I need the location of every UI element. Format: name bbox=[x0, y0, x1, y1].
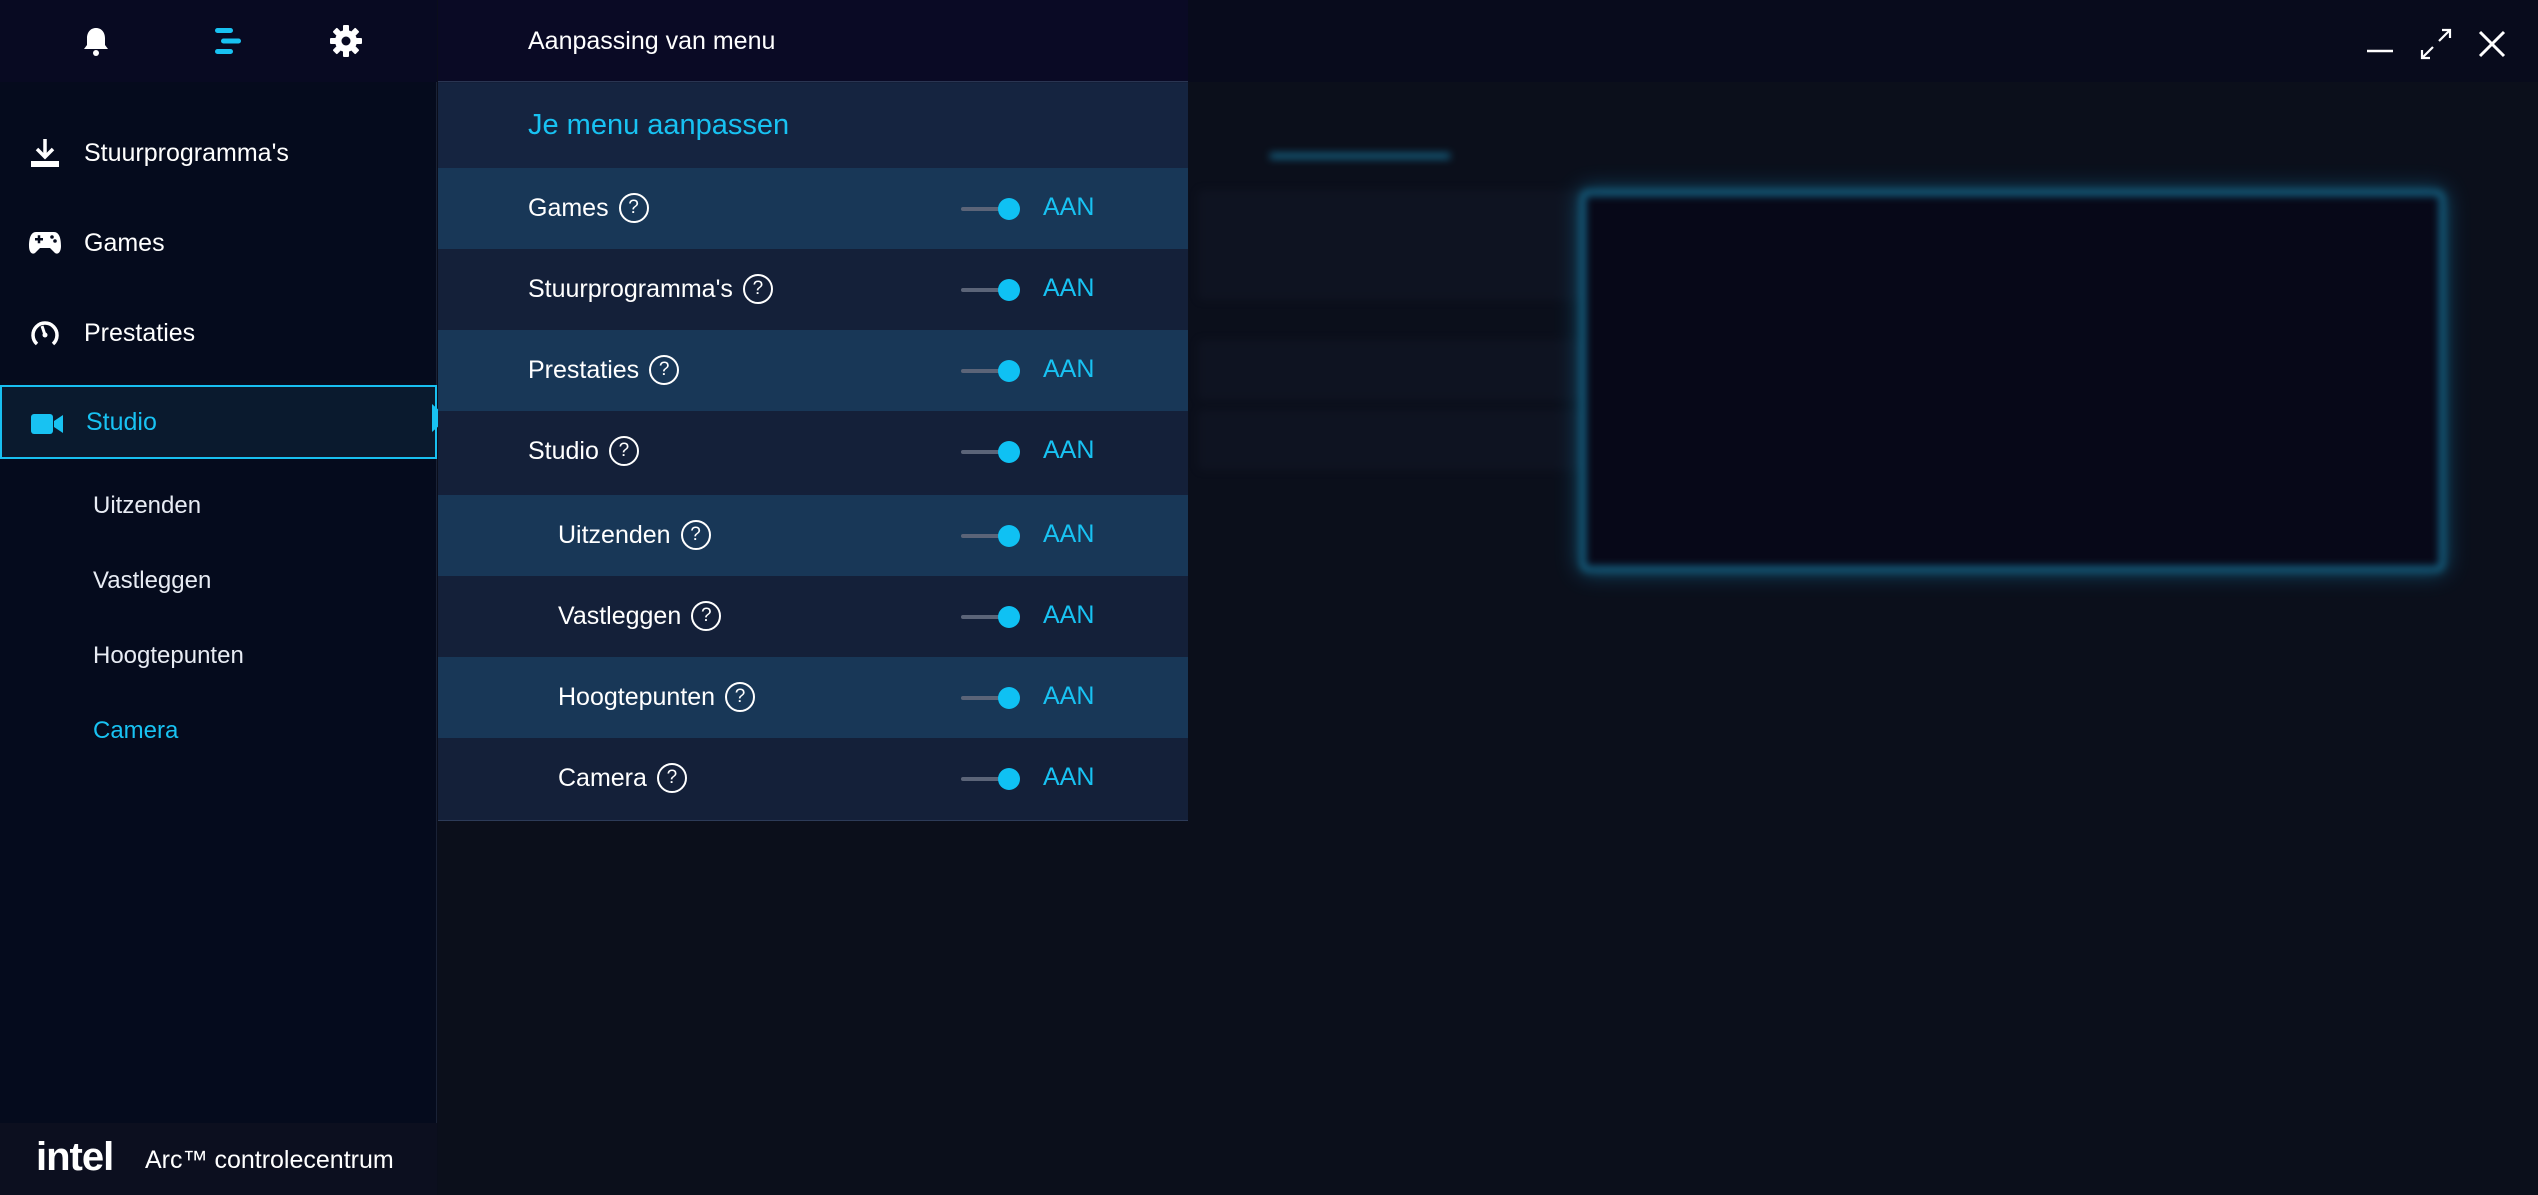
sidebar-item-games[interactable]: Games bbox=[0, 206, 437, 280]
menu-toggle-highlights[interactable] bbox=[961, 687, 1021, 709]
toggle-state-label: AAN bbox=[1043, 436, 1095, 464]
sidebar-item-label: Studio bbox=[86, 407, 157, 436]
menu-row-highlights: Hoogtepunten? AAN bbox=[438, 657, 1188, 738]
menu-row-label: Prestaties bbox=[528, 355, 640, 384]
sidebar-subitem-capture[interactable]: Vastleggen bbox=[93, 567, 211, 595]
toggle-state-label: AAN bbox=[1043, 355, 1095, 383]
menu-customization-panel: Aanpassing van menu Je menu aanpassen Ga… bbox=[438, 0, 1188, 821]
minimize-button[interactable] bbox=[2360, 24, 2400, 64]
menu-row-label: Games bbox=[528, 193, 609, 222]
menu-row-label: Hoogtepunten bbox=[558, 682, 716, 711]
maximize-button[interactable] bbox=[2416, 24, 2456, 64]
toggle-knob bbox=[998, 198, 1020, 220]
menu-toggle-broadcast[interactable] bbox=[961, 525, 1021, 547]
sidebar-item-drivers[interactable]: Stuurprogramma's bbox=[0, 116, 437, 190]
toggle-state-label: AAN bbox=[1043, 193, 1095, 221]
menu-panel-subtitle-row: Je menu aanpassen bbox=[438, 83, 1188, 168]
toggle-knob bbox=[998, 525, 1020, 547]
toggle-state-label: AAN bbox=[1043, 274, 1095, 302]
sidebar-item-label: Prestaties bbox=[84, 318, 196, 347]
download-icon bbox=[28, 137, 62, 169]
help-icon[interactable]: ? bbox=[725, 682, 756, 712]
toggle-knob bbox=[998, 360, 1020, 382]
menu-row-capture: Vastleggen? AAN bbox=[438, 576, 1188, 657]
menu-panel-header: Aanpassing van menu bbox=[438, 0, 1188, 82]
background-preview-frame bbox=[1580, 190, 2445, 572]
close-button[interactable] bbox=[2472, 24, 2512, 64]
notifications-button[interactable] bbox=[75, 20, 117, 62]
toggle-state-label: AAN bbox=[1043, 520, 1095, 548]
settings-button[interactable] bbox=[325, 20, 367, 62]
menu-row-games: Games? AAN bbox=[438, 168, 1188, 249]
help-icon[interactable]: ? bbox=[656, 763, 687, 793]
gauge-icon bbox=[28, 317, 62, 349]
menu-row-label: Vastleggen bbox=[558, 601, 682, 630]
menu-row-studio: Studio? AAN bbox=[438, 411, 1188, 492]
close-icon bbox=[2478, 30, 2506, 58]
sidebar-item-performance[interactable]: Prestaties bbox=[0, 296, 437, 370]
gamepad-icon bbox=[28, 227, 62, 259]
menu-row-performance: Prestaties? AAN bbox=[438, 330, 1188, 411]
sidebar-subitem-broadcast[interactable]: Uitzenden bbox=[93, 492, 201, 520]
toggle-knob bbox=[998, 768, 1020, 790]
video-camera-icon bbox=[30, 408, 64, 440]
menu-panel-divider bbox=[438, 820, 1188, 821]
menu-toggle-studio[interactable] bbox=[961, 441, 1021, 463]
toggle-knob bbox=[998, 687, 1020, 709]
help-icon[interactable]: ? bbox=[618, 193, 649, 223]
help-icon[interactable]: ? bbox=[608, 436, 639, 466]
menu-customize-button[interactable] bbox=[207, 20, 249, 62]
menu-toggle-performance[interactable] bbox=[961, 360, 1021, 382]
sidebar-subitem-highlights[interactable]: Hoogtepunten bbox=[93, 642, 244, 670]
sidebar-topbar bbox=[0, 0, 437, 82]
toggle-knob bbox=[998, 279, 1020, 301]
menu-toggle-drivers[interactable] bbox=[961, 279, 1021, 301]
toggle-knob bbox=[998, 606, 1020, 628]
help-icon[interactable]: ? bbox=[649, 355, 680, 385]
menu-row-camera: Camera? AAN bbox=[438, 738, 1188, 819]
help-icon[interactable]: ? bbox=[742, 274, 773, 304]
gear-icon bbox=[330, 25, 362, 57]
menu-toggle-capture[interactable] bbox=[961, 606, 1021, 628]
sidebar-item-label: Stuurprogramma's bbox=[84, 138, 289, 167]
intel-logo: intel bbox=[36, 1135, 114, 1179]
menu-row-broadcast: Uitzenden? AAN bbox=[438, 495, 1188, 576]
menu-panel-title: Aanpassing van menu bbox=[528, 27, 776, 55]
app-title: Arc™ controlecentrum bbox=[145, 1146, 394, 1174]
background-tab-indicator bbox=[1270, 153, 1450, 159]
sidebar-item-label: Games bbox=[84, 228, 165, 257]
maximize-icon bbox=[2420, 28, 2452, 60]
menu-panel-subtitle: Je menu aanpassen bbox=[528, 109, 790, 141]
sidebar-item-studio[interactable]: Studio bbox=[0, 385, 437, 459]
menu-row-label: Studio bbox=[528, 436, 599, 465]
menu-toggle-camera[interactable] bbox=[961, 768, 1021, 790]
toggle-state-label: AAN bbox=[1043, 601, 1095, 629]
app-window: Stuurprogramma's Games Prestaties Studio… bbox=[0, 0, 2538, 1195]
help-icon[interactable]: ? bbox=[680, 520, 711, 550]
toggle-state-label: AAN bbox=[1043, 682, 1095, 710]
menu-toggle-games[interactable] bbox=[961, 198, 1021, 220]
toggle-state-label: AAN bbox=[1043, 763, 1095, 791]
menu-row-label: Uitzenden bbox=[558, 520, 671, 549]
menu-row-label: Stuurprogramma's bbox=[528, 274, 733, 303]
minimize-icon bbox=[2367, 49, 2393, 53]
menu-icon bbox=[215, 28, 241, 54]
toggle-knob bbox=[998, 441, 1020, 463]
sidebar-subitem-camera[interactable]: Camera bbox=[93, 717, 178, 745]
help-icon[interactable]: ? bbox=[691, 601, 722, 631]
sidebar: Stuurprogramma's Games Prestaties Studio… bbox=[0, 0, 448, 1195]
menu-row-label: Camera bbox=[558, 763, 647, 792]
bell-icon bbox=[84, 28, 108, 56]
menu-row-drivers: Stuurprogramma's? AAN bbox=[438, 249, 1188, 330]
